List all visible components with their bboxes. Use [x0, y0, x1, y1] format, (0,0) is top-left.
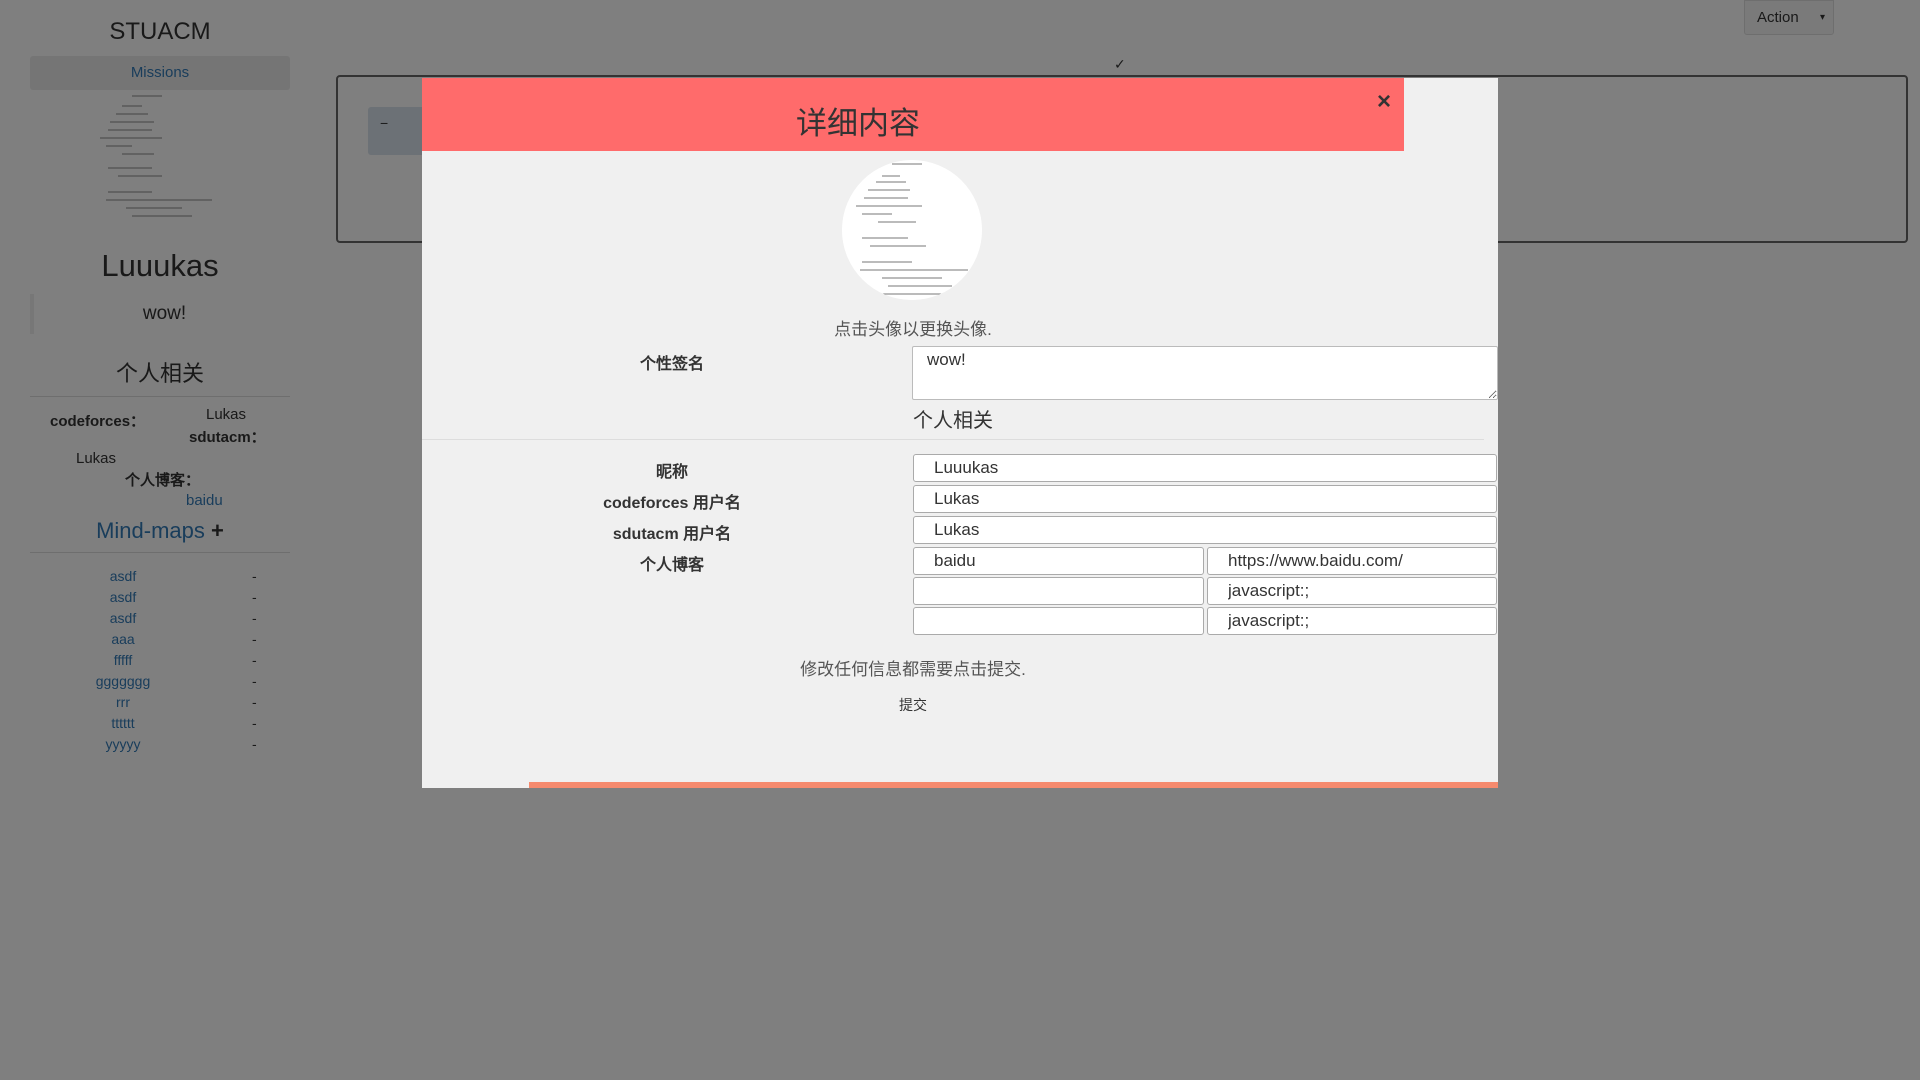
blog-name-input[interactable] [913, 547, 1204, 575]
blog-name-input[interactable] [913, 607, 1204, 635]
profile-modal: 详细内容 × 点击头像以更换头像. 个性签名 wow! 个人相关 昵称 code… [422, 78, 1498, 788]
modal-footer-bar [529, 782, 1498, 788]
close-icon[interactable]: × [1377, 88, 1391, 116]
codeforces-input[interactable] [913, 485, 1497, 513]
section-title: 个人相关 [422, 404, 1484, 440]
submit-hint: 修改任何信息都需要点击提交. [800, 660, 1026, 679]
blog-label: 个人博客 [639, 557, 704, 574]
codeforces-label: codeforces 用户名 [603, 495, 741, 512]
nickname-label: 昵称 [655, 464, 688, 481]
blog-url-input[interactable] [1207, 607, 1497, 635]
sdutacm-label: sdutacm 用户名 [612, 526, 732, 543]
blog-url-input[interactable] [1207, 547, 1497, 575]
avatar-hint: 点击头像以更换头像. [834, 320, 992, 339]
signature-textarea[interactable]: wow! [912, 346, 1498, 400]
avatar[interactable] [842, 160, 982, 300]
nickname-input[interactable] [913, 454, 1497, 482]
signature-label: 个性签名 [639, 356, 704, 373]
sdutacm-input[interactable] [913, 516, 1497, 544]
modal-header: 详细内容 × [422, 78, 1404, 151]
modal-title: 详细内容 [796, 106, 920, 142]
submit-button[interactable]: 提交 [888, 691, 938, 719]
blog-name-input[interactable] [913, 577, 1204, 605]
blog-url-input[interactable] [1207, 577, 1497, 605]
